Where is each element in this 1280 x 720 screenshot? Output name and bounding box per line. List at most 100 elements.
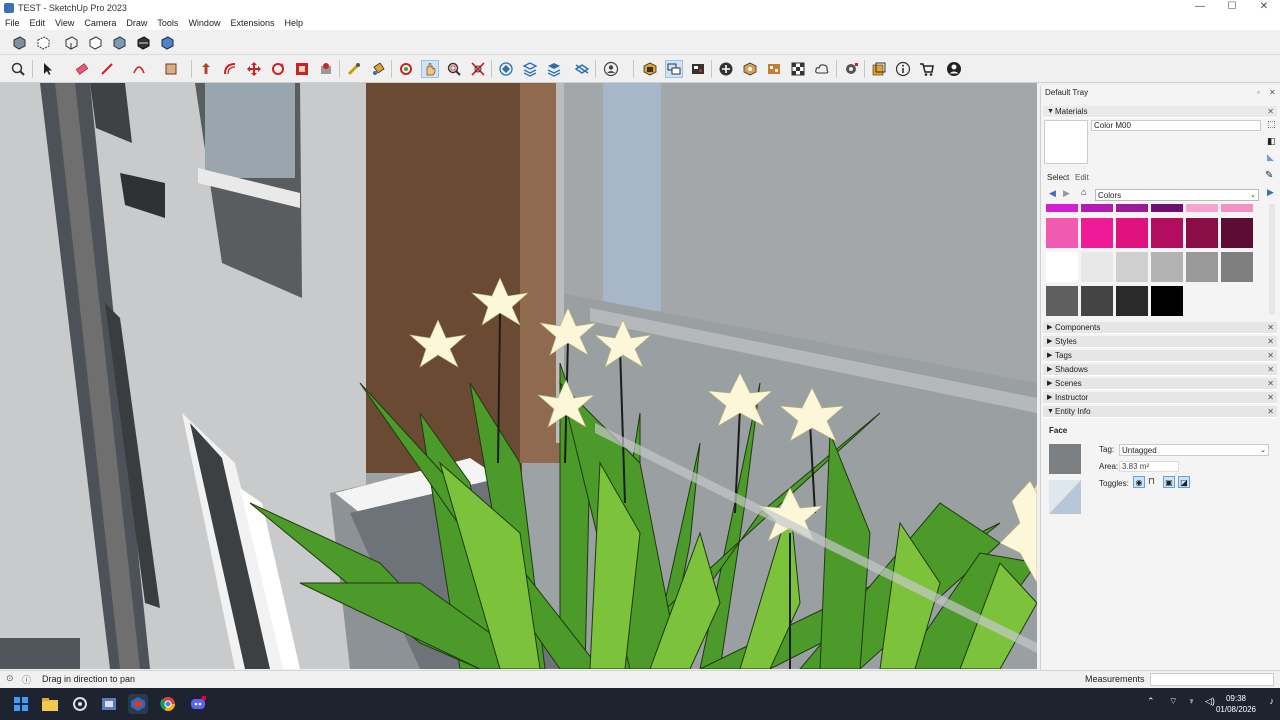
move-icon[interactable] xyxy=(245,60,263,78)
model-viewport[interactable] xyxy=(0,83,1037,669)
file-explorer-icon[interactable] xyxy=(40,694,60,714)
zoom-icon[interactable] xyxy=(9,60,27,78)
color-swatch[interactable] xyxy=(1081,286,1113,316)
monochrome-icon[interactable] xyxy=(158,34,176,52)
color-swatch[interactable] xyxy=(1116,218,1148,248)
maximize-button[interactable]: ☐ xyxy=(1216,0,1248,16)
color-swatch[interactable] xyxy=(1221,252,1253,282)
follow-me-icon[interactable] xyxy=(317,60,335,78)
default-material-icon[interactable]: ◧ xyxy=(1267,136,1276,147)
close-panel-icon[interactable]: ✕ xyxy=(1267,322,1274,334)
menu-edit[interactable]: Edit xyxy=(25,18,51,28)
windows-start-icon[interactable] xyxy=(11,694,31,714)
receive-shadows-icon[interactable]: ▣ xyxy=(1163,476,1175,488)
section-shadows[interactable]: ▶ Shadows ✕ xyxy=(1043,364,1277,376)
close-button[interactable]: ✕ xyxy=(1248,0,1280,16)
menu-file[interactable]: File xyxy=(0,18,25,28)
color-swatch[interactable] xyxy=(1221,218,1253,248)
color-swatch[interactable] xyxy=(1151,252,1183,282)
back-arrow-icon[interactable]: ◀ xyxy=(1049,188,1056,199)
scale-icon[interactable] xyxy=(293,60,311,78)
add-location-icon[interactable] xyxy=(717,60,735,78)
eyedropper-icon[interactable]: ✎ xyxy=(1265,170,1273,181)
cloud-icon[interactable] xyxy=(813,60,831,78)
menu-view[interactable]: View xyxy=(50,18,79,28)
forward-arrow-icon[interactable]: ▶ xyxy=(1063,188,1070,199)
color-swatch[interactable] xyxy=(1151,204,1183,212)
section-plane-icon[interactable] xyxy=(573,60,591,78)
visible-toggle-icon[interactable]: ◉ xyxy=(1133,476,1145,488)
model-info-icon[interactable] xyxy=(689,60,707,78)
close-panel-icon[interactable]: ✕ xyxy=(1267,378,1274,390)
components-icon[interactable] xyxy=(641,60,659,78)
shaded-icon[interactable] xyxy=(110,34,128,52)
close-panel-icon[interactable]: ✕ xyxy=(1267,336,1274,348)
color-swatch[interactable] xyxy=(1186,218,1218,248)
top-view-icon[interactable] xyxy=(521,60,539,78)
discord-icon[interactable] xyxy=(188,694,208,714)
paint-bucket-icon[interactable] xyxy=(369,60,387,78)
tray-close-icon[interactable]: ✕ xyxy=(1269,88,1276,97)
lock-toggle-icon[interactable]: ⊓ xyxy=(1148,476,1155,487)
minimize-button[interactable]: — xyxy=(1184,0,1216,16)
settings-icon[interactable] xyxy=(70,694,90,714)
pin-icon[interactable]: ▫ xyxy=(1257,88,1260,97)
color-swatch[interactable] xyxy=(1116,204,1148,212)
arc-icon[interactable] xyxy=(130,60,148,78)
menu-camera[interactable]: Camera xyxy=(79,18,121,28)
select-icon[interactable] xyxy=(38,60,56,78)
color-swatch[interactable] xyxy=(1221,204,1253,212)
close-panel-icon[interactable]: ✕ xyxy=(1267,392,1274,404)
microphone-icon[interactable]: ♆ xyxy=(1188,696,1195,706)
eraser-icon[interactable] xyxy=(73,60,91,78)
extension-manager-icon[interactable] xyxy=(842,60,860,78)
cart-icon[interactable] xyxy=(918,60,936,78)
back-material-thumbnail[interactable] xyxy=(1049,480,1081,514)
section-instructor[interactable]: ▶ Instructor ✕ xyxy=(1043,392,1277,404)
section-scenes[interactable]: ▶ Scenes ✕ xyxy=(1043,378,1277,390)
photo-texture-icon[interactable] xyxy=(741,60,759,78)
volume-icon[interactable]: ◁) xyxy=(1205,696,1215,707)
color-swatch[interactable] xyxy=(1186,252,1218,282)
push-pull-icon[interactable] xyxy=(197,60,215,78)
material-name-field[interactable]: Color M00 xyxy=(1091,120,1261,131)
material-thumbnail[interactable] xyxy=(1049,444,1081,474)
home-icon[interactable]: ⌂ xyxy=(1081,187,1086,197)
color-swatch[interactable] xyxy=(1116,252,1148,282)
system-clock[interactable]: 09:38 01/08/2026 xyxy=(1216,693,1256,715)
color-swatch[interactable] xyxy=(1081,218,1113,248)
color-swatch[interactable] xyxy=(1046,286,1078,316)
sample-paint-icon[interactable]: ◣ xyxy=(1267,152,1274,163)
wireframe-icon[interactable] xyxy=(62,34,80,52)
section-entity-info[interactable]: ▼ Entity Info ✕ xyxy=(1043,406,1277,418)
account-icon[interactable] xyxy=(945,60,963,78)
tab-select[interactable]: Select xyxy=(1047,173,1069,182)
materials-header[interactable]: ▼ Materials ✕ xyxy=(1043,106,1277,118)
color-swatch[interactable] xyxy=(1151,286,1183,316)
close-panel-icon[interactable]: ✕ xyxy=(1267,364,1274,376)
user-icon[interactable] xyxy=(602,60,620,78)
color-swatch[interactable] xyxy=(1081,204,1113,212)
color-swatch[interactable] xyxy=(1046,218,1078,248)
pan-icon[interactable] xyxy=(421,60,439,78)
menu-tools[interactable]: Tools xyxy=(152,18,183,28)
rotate-icon[interactable] xyxy=(269,60,287,78)
zoom-extents-icon[interactable] xyxy=(469,60,487,78)
color-swatch[interactable] xyxy=(1081,252,1113,282)
close-panel-icon[interactable]: ✕ xyxy=(1267,350,1274,362)
notification-bell-icon[interactable]: ♪ xyxy=(1270,696,1275,706)
rectangle-icon[interactable] xyxy=(162,60,180,78)
line-icon[interactable] xyxy=(98,60,116,78)
xray-icon[interactable] xyxy=(10,34,28,52)
menu-draw[interactable]: Draw xyxy=(121,18,152,28)
offset-icon[interactable] xyxy=(221,60,239,78)
library-dropdown[interactable]: Colors ⌄ xyxy=(1095,189,1259,201)
material-icon[interactable] xyxy=(765,60,783,78)
iso-view-icon[interactable] xyxy=(497,60,515,78)
instructor-icon[interactable]: ⓘ xyxy=(22,673,31,686)
geo-location-icon[interactable]: ⊙ xyxy=(6,673,14,684)
hidden-line-icon[interactable] xyxy=(86,34,104,52)
swatch-scrollbar[interactable] xyxy=(1269,204,1275,314)
back-edges-icon[interactable] xyxy=(34,34,52,52)
close-panel-icon[interactable]: ✕ xyxy=(1267,106,1274,118)
